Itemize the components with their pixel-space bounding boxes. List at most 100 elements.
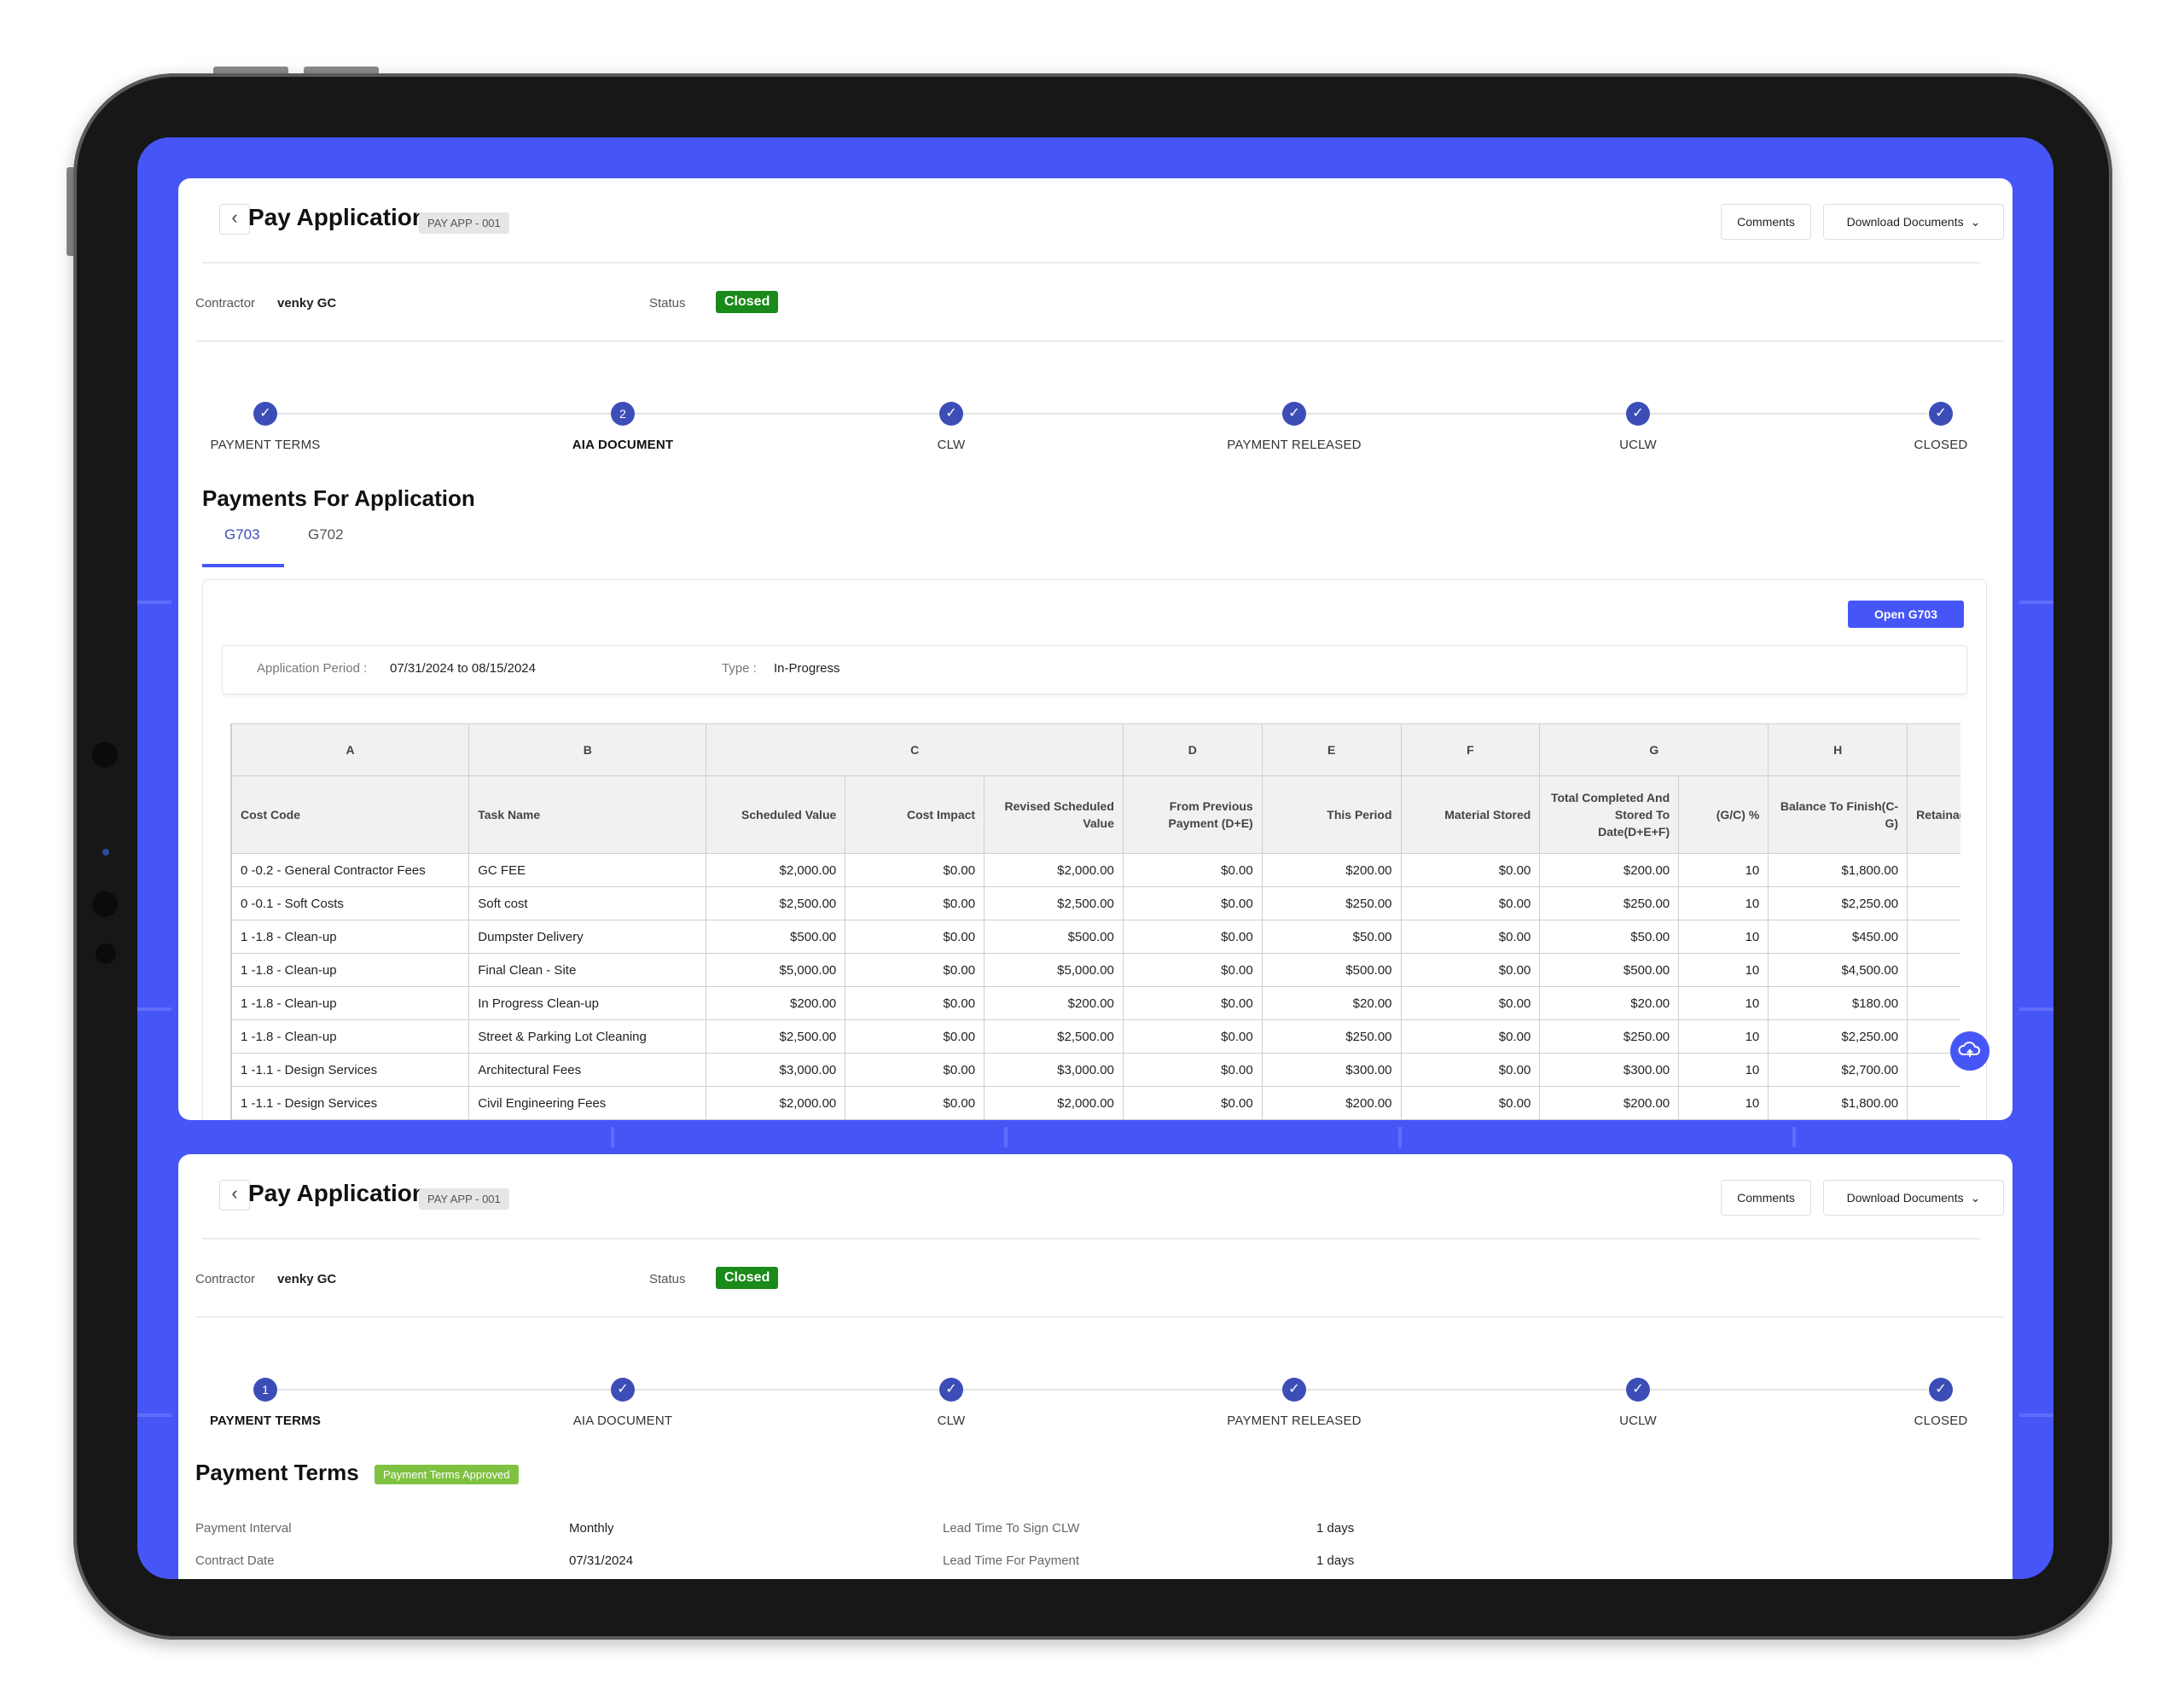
step-payment-released[interactable]: ✓ PAYMENT RELEASED xyxy=(1209,1378,1380,1428)
guide-line xyxy=(137,1007,171,1011)
table-cell: $0.00 xyxy=(1122,986,1263,1020)
lead-time-payment-label: Lead Time For Payment xyxy=(943,1553,1080,1568)
step-clw[interactable]: ✓ CLW xyxy=(866,402,1037,452)
download-documents-label: Download Documents xyxy=(1846,1191,1964,1205)
comments-button[interactable]: Comments xyxy=(1721,204,1811,240)
table-cell: $2,250.00 xyxy=(1768,1019,1908,1054)
table-cell: $0.00 xyxy=(845,986,985,1020)
screen: ‹ Pay Application PAY APP - 001 Comments… xyxy=(137,137,2053,1579)
column-letter: I xyxy=(1907,723,1960,776)
table-row[interactable]: 1 -1.8 - Clean-up Street & Parking Lot Cl… xyxy=(231,1019,1960,1054)
step-aia-document[interactable]: 2 AIA DOCUMENT xyxy=(537,402,708,452)
table-cell: $2,000.00 xyxy=(984,1086,1124,1120)
check-icon: ✓ xyxy=(611,1378,635,1402)
check-icon: ✓ xyxy=(939,1378,963,1402)
table-cell: $0.00 xyxy=(1400,986,1541,1020)
table-cell: $0.00 xyxy=(1400,1086,1541,1120)
page-header: ‹ Pay Application PAY APP - 001 Comments… xyxy=(202,1154,2004,1240)
tab-g703[interactable]: G703 xyxy=(224,526,260,543)
lead-time-payment-value: 1 days xyxy=(1316,1553,1355,1568)
contractor-value: venky GC xyxy=(277,1272,337,1286)
table-row[interactable]: 1 -1.8 - Clean-up Dumpster Delivery $500.0… xyxy=(231,920,1960,954)
comments-button[interactable]: Comments xyxy=(1721,1180,1811,1216)
chevron-left-icon: ‹ xyxy=(231,1182,238,1204)
payment-terms-approved-badge: Payment Terms Approved xyxy=(375,1465,519,1484)
table-cell: 0 -0.2 - General Contractor Fees xyxy=(231,853,470,887)
table-row[interactable]: 0 -0.2 - General Contractor Fees GC FEE $2… xyxy=(231,853,1960,887)
column-letter: E xyxy=(1261,723,1402,776)
step-uclw[interactable]: ✓ UCLW xyxy=(1553,402,1723,452)
table-cell: $250.00 xyxy=(1261,886,1402,920)
step-payment-released[interactable]: ✓ PAYMENT RELEASED xyxy=(1209,402,1380,452)
table-row[interactable]: 1 -1.8 - Clean-up In Progress Clean-up $20… xyxy=(231,986,1960,1020)
status-label: Status xyxy=(649,1272,686,1286)
device-sensor xyxy=(92,891,118,917)
step-number: 2 xyxy=(611,402,635,426)
table-cell: $5.00 xyxy=(1907,986,1960,1020)
application-period-label: Application Period : xyxy=(257,661,368,676)
table-cell: 10 xyxy=(1678,986,1769,1020)
table-cell: $2,500.00 xyxy=(706,1019,846,1054)
active-tab-indicator xyxy=(202,564,284,567)
check-icon: ✓ xyxy=(253,402,277,426)
column-header: Cost Code xyxy=(231,775,470,854)
guide-line xyxy=(1792,1127,1796,1147)
step-label: PAYMENT TERMS xyxy=(209,1414,322,1428)
step-label: CLW xyxy=(937,1414,966,1428)
table-cell: $5,000.00 xyxy=(706,953,846,987)
table-row[interactable]: 1 -1.1 - Design Services Architectural Fe… xyxy=(231,1053,1960,1087)
step-payment-terms[interactable]: ✓ PAYMENT TERMS xyxy=(180,402,351,452)
column-letter: D xyxy=(1122,723,1263,776)
cloud-upload-button[interactable] xyxy=(1950,1031,1989,1071)
table-row[interactable]: 0 -0.1 - Soft Costs Soft cost $2,500.00 $0.… xyxy=(231,886,1960,920)
tab-g702[interactable]: G702 xyxy=(308,526,344,543)
table-cell: Civil Engineering Fees xyxy=(468,1086,707,1120)
step-aia-document[interactable]: ✓ AIA DOCUMENT xyxy=(537,1378,708,1428)
table-cell: $0.00 xyxy=(845,1053,985,1087)
step-closed[interactable]: ✓ CLOSED xyxy=(1856,1378,2013,1428)
chevron-down-icon: ⌄ xyxy=(1970,1191,1981,1205)
guide-line xyxy=(2019,601,2053,604)
device-camera xyxy=(102,849,109,856)
table-row[interactable]: 1 -1.8 - Clean-up Final Clean - Site $5,00… xyxy=(231,953,1960,987)
device-sensor xyxy=(96,943,116,964)
section-title: Payments For Application xyxy=(202,485,475,511)
table-cell: $62.50 xyxy=(1907,886,1960,920)
g703-table-scroll[interactable]: A B C D E F G H I Cost Code Task N xyxy=(230,723,1960,1120)
cloud-upload-icon xyxy=(1958,1042,1981,1057)
back-button[interactable]: ‹ xyxy=(219,204,250,235)
step-uclw[interactable]: ✓ UCLW xyxy=(1553,1378,1723,1428)
step-clw[interactable]: ✓ CLW xyxy=(866,1378,1037,1428)
open-g703-button[interactable]: Open G703 xyxy=(1848,601,1964,628)
column-header: Revised Scheduled Value xyxy=(984,775,1124,854)
step-label: PAYMENT RELEASED xyxy=(1227,1414,1362,1428)
table-cell: $0.00 xyxy=(1122,1019,1263,1054)
type-label: Type : xyxy=(722,661,757,676)
step-label: PAYMENT TERMS xyxy=(210,438,321,452)
table-cell: $0.00 xyxy=(845,1086,985,1120)
download-documents-button[interactable]: Download Documents ⌄ xyxy=(1823,204,2004,240)
table-cell: $0.00 xyxy=(1400,853,1541,887)
table-cell: $0.00 xyxy=(845,853,985,887)
table-cell: 1 -1.8 - Clean-up xyxy=(231,953,470,987)
column-header: Total Completed And Stored To Date(D+E+F… xyxy=(1539,775,1680,854)
download-documents-button[interactable]: Download Documents ⌄ xyxy=(1823,1180,2004,1216)
table-cell: $250.00 xyxy=(1261,1019,1402,1054)
column-header: This Period xyxy=(1261,775,1402,854)
back-button[interactable]: ‹ xyxy=(219,1180,250,1211)
step-closed[interactable]: ✓ CLOSED xyxy=(1856,402,2013,452)
pay-app-meta: Contractor venky GC Status Closed xyxy=(195,1257,2004,1318)
page-title: Pay Application xyxy=(248,1180,427,1206)
table-cell: $250.00 xyxy=(1539,886,1680,920)
table-cell: $500.00 xyxy=(706,920,846,954)
column-header: (G/C) % xyxy=(1678,775,1769,854)
step-label: UCLW xyxy=(1619,438,1657,452)
check-icon: ✓ xyxy=(939,402,963,426)
table-cell: $2,500.00 xyxy=(984,1019,1124,1054)
lead-time-clw-value: 1 days xyxy=(1316,1521,1355,1536)
table-cell: $1,800.00 xyxy=(1768,1086,1908,1120)
table-row[interactable]: 1 -1.1 - Design Services Civil Engineerin… xyxy=(231,1086,1960,1120)
contract-date-row: Contract Date xyxy=(195,1553,275,1568)
table-cell: $300.00 xyxy=(1539,1053,1680,1087)
step-payment-terms[interactable]: 1 PAYMENT TERMS xyxy=(180,1378,351,1428)
